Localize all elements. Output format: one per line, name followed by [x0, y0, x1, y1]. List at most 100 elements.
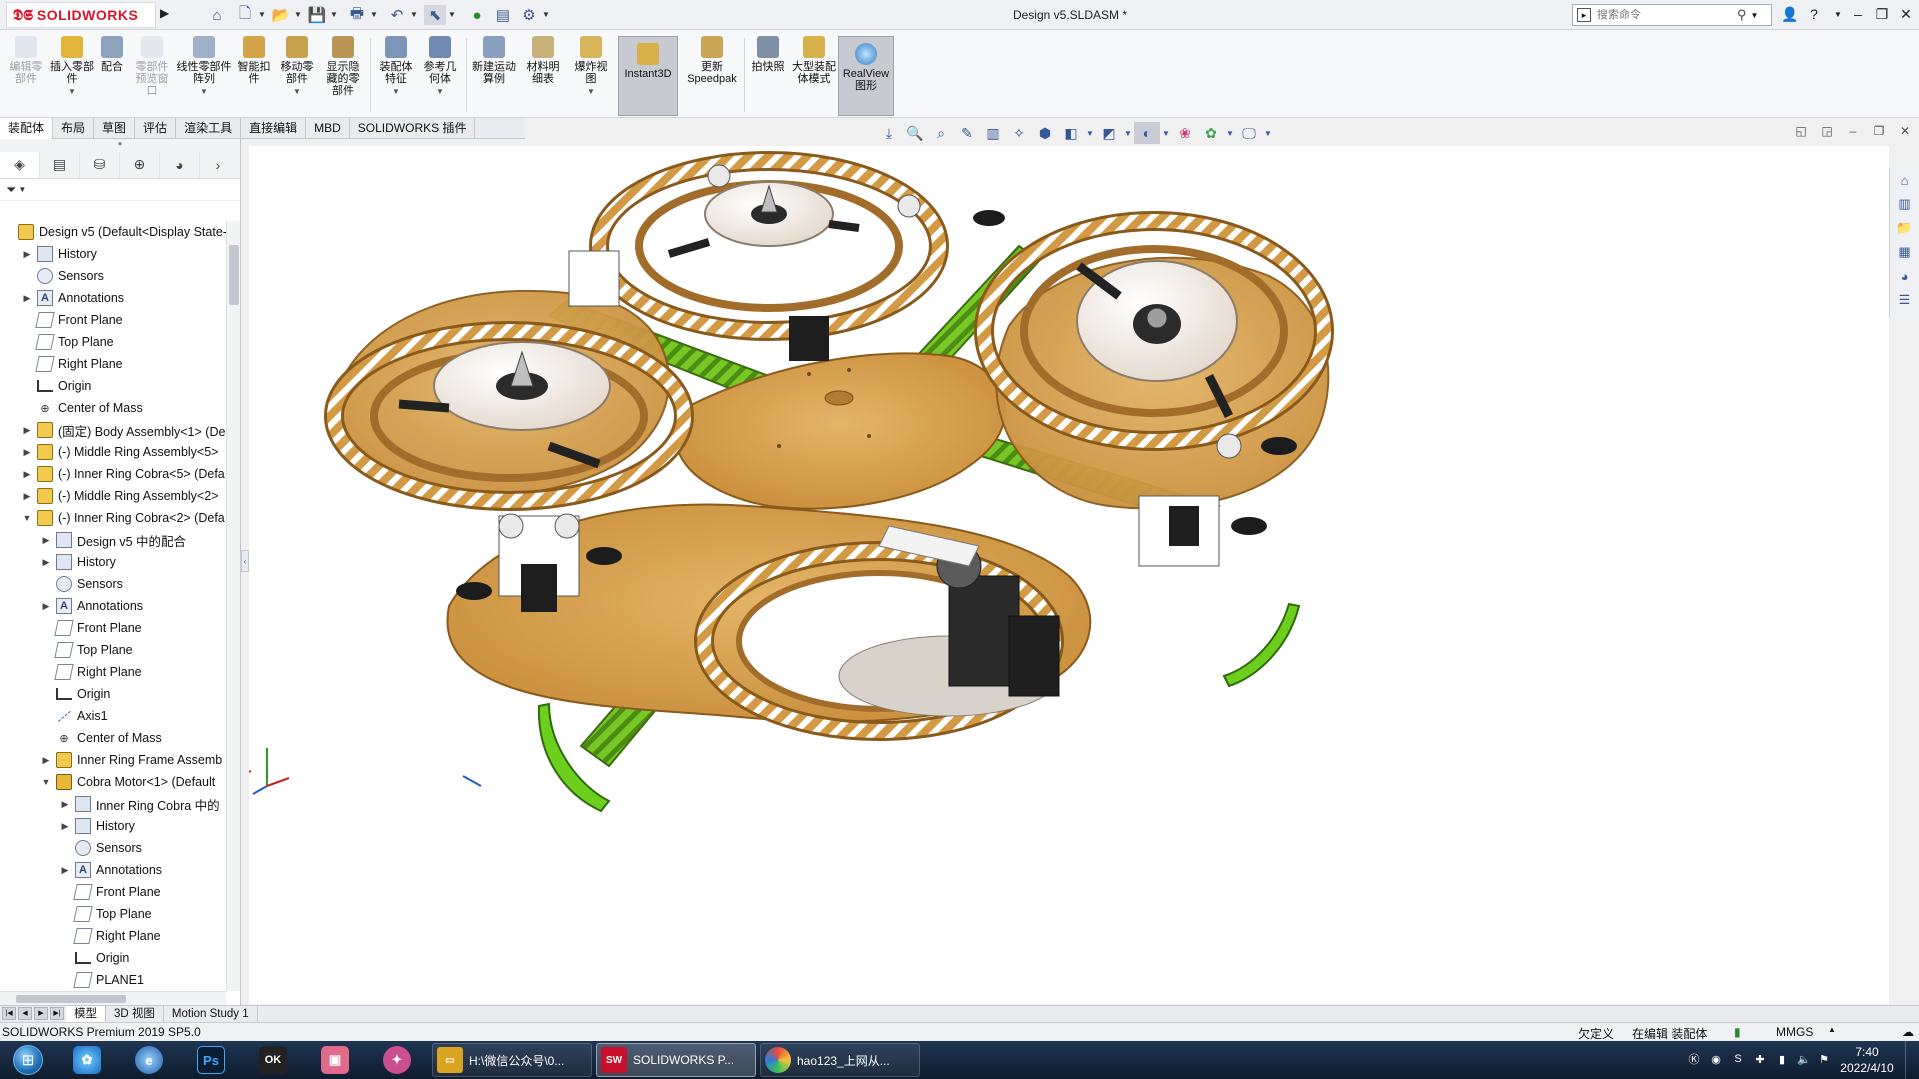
tab-mbd[interactable]: MBD [306, 118, 350, 139]
tree-item[interactable]: Sensors [0, 837, 226, 859]
appearances-icon[interactable]: ◕ [1890, 264, 1919, 288]
tab-motion-study[interactable]: Motion Study 1 [164, 1005, 258, 1023]
viewport-prev-icon[interactable]: ◱ [1788, 124, 1814, 138]
units-selector[interactable]: MMGS [1776, 1025, 1813, 1039]
print-dropdown-icon[interactable]: ▼ [370, 10, 378, 19]
restore-icon[interactable]: ❐ [1870, 3, 1894, 25]
rotor-module-back[interactable] [589, 151, 949, 341]
chevron-down-icon[interactable]: ▼ [587, 87, 595, 96]
expand-toggle-icon[interactable]: ▶ [21, 249, 33, 260]
tree-horizontal-scrollbar[interactable] [0, 991, 226, 1005]
chevron-down-icon[interactable]: ▼ [392, 87, 400, 96]
rotate-view-icon[interactable]: ✧ [1006, 122, 1032, 144]
search-mode-icon[interactable]: ▸ [1577, 8, 1591, 22]
options-gear-icon[interactable]: ⚙ [518, 5, 540, 25]
search-icon[interactable]: ⚲ [1737, 7, 1747, 23]
move-component-button[interactable]: 移动零部件 ▼ [276, 36, 318, 116]
select-dropdown-icon[interactable]: ▼ [448, 10, 456, 19]
chevron-down-icon[interactable]: ▼ [68, 87, 76, 96]
filter-icon[interactable]: ⏷ [6, 182, 16, 198]
last-tab-icon[interactable]: ▶| [50, 1006, 64, 1020]
tray-status-icon[interactable]: ◉ [1708, 1051, 1724, 1067]
viewport-restore-icon[interactable]: ❐ [1866, 124, 1892, 138]
tree-item[interactable]: Origin [0, 683, 226, 705]
search-commands-box[interactable]: ▸ ⚲ ▼ [1572, 4, 1772, 26]
expand-toggle-icon[interactable]: ▶ [40, 557, 52, 568]
tree-item[interactable]: Origin [0, 375, 226, 397]
home-icon[interactable]: ⌂ [206, 5, 228, 25]
tab-layout[interactable]: 布局 [53, 118, 95, 139]
new-dropdown-icon[interactable]: ▼ [258, 10, 266, 19]
reference-geometry-button[interactable]: 参考几何体 ▼ [420, 36, 460, 116]
pinned-app-1[interactable]: ✿ [60, 1044, 114, 1076]
tab-evaluate[interactable]: 评估 [135, 118, 177, 139]
zoom-to-area-icon[interactable]: 🔍 [902, 122, 928, 144]
user-icon[interactable]: 👤 [1778, 3, 1802, 25]
viewport-close-icon[interactable]: ✕ [1892, 124, 1918, 138]
open-dropdown-icon[interactable]: ▼ [294, 10, 302, 19]
expand-toggle-icon[interactable]: ▶ [59, 799, 71, 810]
feature-manager-tab-icon[interactable]: ◈ [0, 151, 40, 178]
take-snapshot-button[interactable]: 拍快照 [748, 36, 788, 116]
apply-scene-icon[interactable]: ❀ [1172, 122, 1198, 144]
model-canvas[interactable] [249, 146, 1889, 1004]
search-dropdown-icon[interactable]: ▼ [1751, 11, 1759, 20]
mate-button[interactable]: 配合 [96, 36, 128, 116]
save-icon[interactable]: 💾 [306, 5, 328, 25]
tree-item[interactable]: Top Plane [0, 903, 226, 925]
custom-properties-icon[interactable]: ☰ [1890, 288, 1919, 312]
tray-network-icon[interactable]: ▮ [1774, 1051, 1790, 1067]
start-button[interactable]: ⊞ [4, 1043, 52, 1077]
first-tab-icon[interactable]: |◀ [2, 1006, 16, 1020]
tree-item[interactable]: ▶ Design v5 中的配合 [0, 529, 226, 551]
status-bar-toggle-icon[interactable]: ☁ [1902, 1025, 1914, 1039]
insert-component-button[interactable]: 插入零部件 ▼ [50, 36, 94, 116]
tree-item[interactable]: ▶ History [0, 243, 226, 265]
file-properties-icon[interactable]: ▤ [492, 5, 514, 25]
property-manager-tab-icon[interactable]: ▤ [40, 151, 80, 178]
tree-item[interactable]: PLANE1 [0, 969, 226, 991]
solidworks-resources-icon[interactable]: ⌂ [1890, 168, 1919, 192]
tab-direct-editing[interactable]: 直接编辑 [241, 118, 307, 139]
tree-item[interactable]: ▶ A Annotations [0, 287, 226, 309]
tree-item[interactable]: Origin [0, 947, 226, 969]
taskbar-window-solidworks[interactable]: SW SOLIDWORKS P... [596, 1043, 756, 1077]
expand-toggle-icon[interactable]: ▶ [21, 469, 33, 480]
section-view-icon[interactable]: ✎ [954, 122, 980, 144]
assembly-features-button[interactable]: 装配体特征 ▼ [376, 36, 416, 116]
tree-item[interactable]: ▼ (-) Inner Ring Cobra<2> (Defa [0, 507, 226, 529]
save-dropdown-icon[interactable]: ▼ [330, 10, 338, 19]
tab-sketch[interactable]: 草图 [94, 118, 136, 139]
tray-antivirus-icon[interactable]: ✚ [1752, 1051, 1768, 1067]
chevron-down-icon[interactable]: ▼ [1122, 122, 1134, 144]
panel-collapse-handle[interactable]: ‹ [241, 550, 249, 572]
bom-button[interactable]: 材料明细表 [522, 36, 564, 116]
search-input[interactable] [1597, 9, 1737, 21]
tree-item[interactable]: ▶ History [0, 551, 226, 573]
tree-item[interactable]: ▶ (-) Middle Ring Assembly<2> [0, 485, 226, 507]
show-desktop-button[interactable] [1905, 1041, 1919, 1079]
solidworks-logo[interactable]: 𝕯𝕾 SOLIDWORKS [6, 2, 156, 28]
pinned-photoshop[interactable]: Ps [184, 1044, 238, 1076]
zoom-to-fit-icon[interactable]: ⤓ [876, 122, 902, 144]
tree-item[interactable]: Sensors [0, 265, 226, 287]
pinned-app-6[interactable]: ✦ [370, 1044, 424, 1076]
expand-toggle-icon[interactable]: ▶ [21, 293, 33, 304]
pinned-app-2[interactable]: e [122, 1044, 176, 1076]
help-icon[interactable]: ? [1802, 3, 1826, 25]
select-icon[interactable]: ⬉ [424, 5, 446, 25]
tray-app-icon[interactable]: Ⓚ [1686, 1051, 1702, 1067]
viewport-next-icon[interactable]: ◲ [1814, 124, 1840, 138]
edit-appearance-icon[interactable]: ◐ [1134, 122, 1160, 144]
tree-item[interactable]: ⊕ Center of Mass [0, 727, 226, 749]
expand-toggle-icon[interactable]: ▶ [21, 491, 33, 502]
landing-leg-right[interactable] [1222, 602, 1301, 688]
realview-button[interactable]: RealView图形 [838, 36, 894, 116]
tree-item[interactable]: Axis1 [0, 705, 226, 727]
units-dropdown-icon[interactable]: ▲ [1828, 1025, 1836, 1034]
tab-3d-views[interactable]: 3D 视图 [106, 1005, 164, 1023]
open-icon[interactable]: 📂 [270, 5, 292, 25]
scrollbar-thumb[interactable] [229, 245, 239, 305]
expand-toggle-icon[interactable]: ▶ [40, 755, 52, 766]
pinned-app-5[interactable]: ▣ [308, 1044, 362, 1076]
